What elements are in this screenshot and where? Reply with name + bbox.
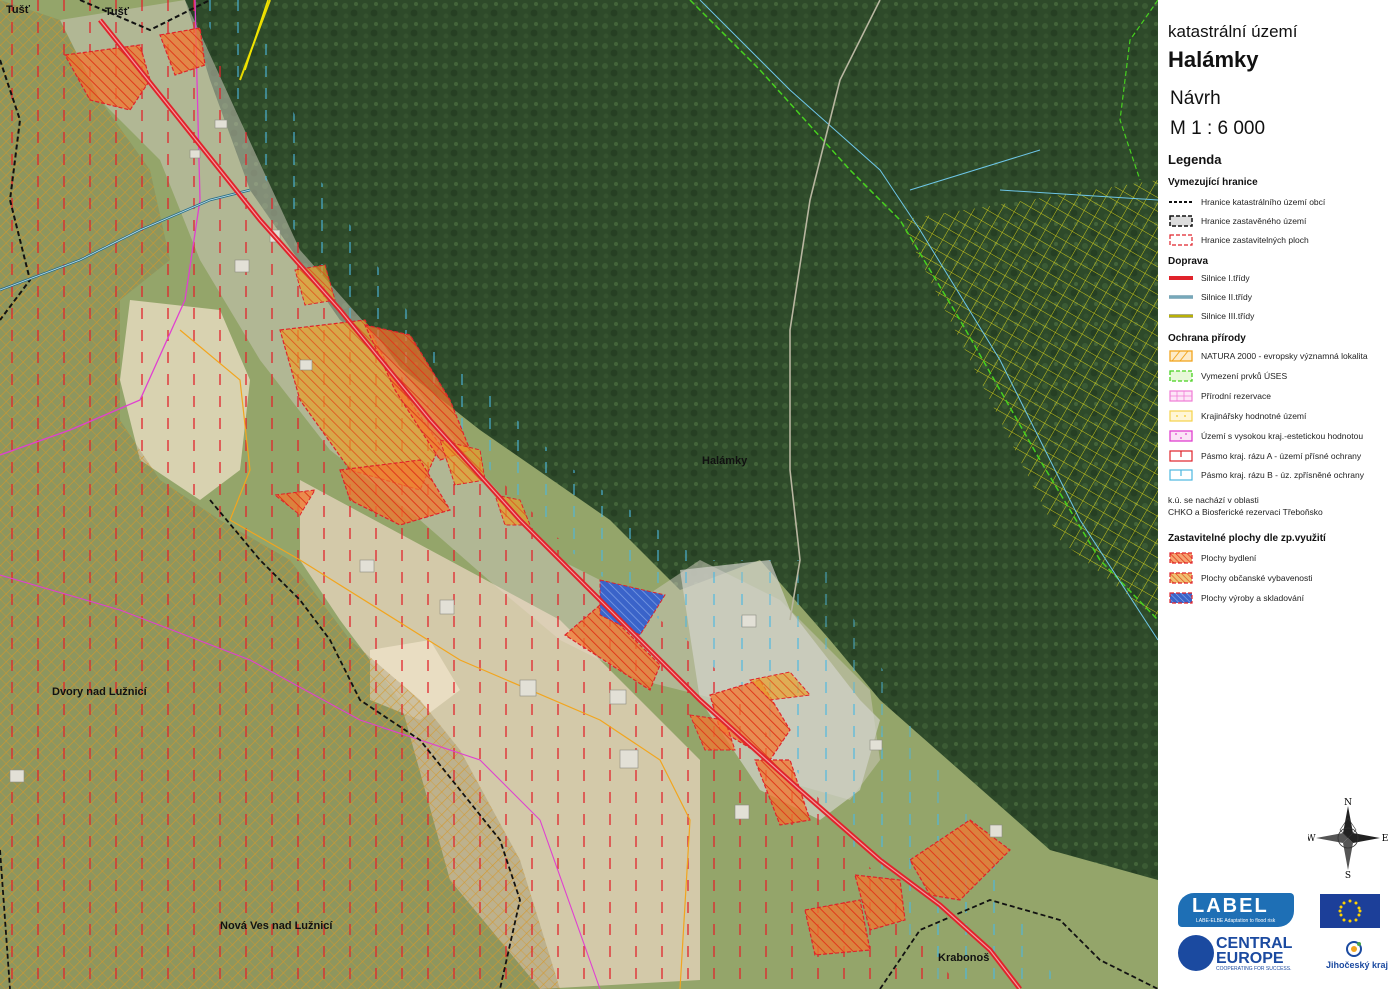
road-class-2-icon <box>1169 295 1193 299</box>
compass-rose-icon: N S W E <box>1308 798 1388 878</box>
legend-item: Hranice zastavěného území <box>1168 214 1306 228</box>
place-label-krabonos: Krabonoš <box>938 952 990 964</box>
jihocesky-kraj-logo: Jihočeský kraj <box>1326 940 1388 974</box>
legend-item: Silnice II.třídy <box>1168 290 1252 304</box>
place-label-nova-ves-nad-luznici: Nová Ves nad Lužnicí <box>220 920 333 932</box>
legend-item: Území s vysokou kraj.-estetickou hodnoto… <box>1168 429 1363 443</box>
developable-boundary-icon <box>1169 234 1193 246</box>
legend-item: Pásmo kraj. rázu A - území přísné ochran… <box>1168 449 1361 463</box>
legend-item: Hranice katastrálního území obcí <box>1168 195 1325 209</box>
place-label-dvory-nad-luznici: Dvory nad Lužnicí <box>52 686 147 698</box>
road-class-3-icon <box>1169 314 1193 318</box>
zone-a-icon <box>1169 450 1193 462</box>
place-label-halamky: Halámky <box>702 455 748 467</box>
label-logo: LABEL LABE-ELBE Adaptation to flood risk <box>1178 893 1294 927</box>
natura-2000-icon <box>1169 350 1193 362</box>
housing-icon <box>1169 552 1193 564</box>
road-class-1-icon <box>1169 276 1193 280</box>
compass-s: S <box>1345 871 1351 878</box>
legend-section-boundaries: Vymezující hranice <box>1168 177 1258 188</box>
place-label-tust: Tušť <box>105 6 130 18</box>
built-area-boundary-icon <box>1169 215 1193 227</box>
legend-item: NATURA 2000 - evropsky významná lokalita <box>1168 349 1368 363</box>
production-icon <box>1169 592 1193 604</box>
map-canvas[interactable]: Tušť Tušť Halámky Dvory nad Lužnicí Nová… <box>0 0 1158 989</box>
map-title: Halámky <box>1168 47 1259 72</box>
legend-section-transport: Doprava <box>1168 256 1209 267</box>
legend-item: Silnice I.třídy <box>1168 271 1250 285</box>
civic-icon <box>1169 572 1193 584</box>
eu-flag-logo <box>1320 894 1380 928</box>
legend-item: Silnice III.třídy <box>1168 309 1254 323</box>
legend-section-nature: Ochrana přírody <box>1168 333 1246 344</box>
map-scale: M 1 : 6 000 <box>1170 118 1266 139</box>
legend-title: Legenda <box>1168 152 1222 167</box>
legend-item: Pásmo kraj. rázu B - úz. zpřísněné ochra… <box>1168 468 1364 482</box>
uses-icon <box>1169 370 1193 382</box>
legend-item: Přírodní rezervace <box>1168 389 1271 403</box>
legend-item: Plochy výroby a skladování <box>1168 591 1304 605</box>
legend-item: Hranice zastavitelných ploch <box>1168 233 1309 247</box>
chko-note: k.ú. se nachází v oblasti CHKO a Biosfer… <box>1168 495 1323 517</box>
compass-n: N <box>1344 798 1352 808</box>
map-title-line1: katastrální území <box>1168 22 1298 41</box>
central-europe-circle-icon <box>1178 935 1214 971</box>
aesthetic-value-icon <box>1169 430 1193 442</box>
legend-item: Plochy bydlení <box>1168 551 1256 565</box>
landscape-value-icon <box>1169 410 1193 422</box>
jihocesky-kraj-emblem-icon <box>1346 941 1362 957</box>
cadastral-boundary-icon <box>1169 201 1193 203</box>
legend-item: Plochy občanské vybavenosti <box>1168 571 1313 585</box>
central-europe-logo: CENTRAL EUROPE COOPERATING FOR SUCCESS. <box>1178 935 1308 972</box>
compass-w: W <box>1308 834 1316 844</box>
map-status: Návrh <box>1170 88 1221 109</box>
place-label-tust-top-left: Tušť <box>6 4 31 16</box>
zone-b-icon <box>1169 469 1193 481</box>
legend-item: Vymezení prvků ÚSES <box>1168 369 1287 383</box>
nature-reserve-icon <box>1169 390 1193 402</box>
legend-panel: katastrální území Halámky Návrh M 1 : 6 … <box>1158 0 1398 989</box>
legend-item: Krajinářsky hodnotné území <box>1168 409 1306 423</box>
legend-section-zones: Zastavitelné plochy dle zp.využití <box>1168 533 1326 544</box>
compass-e: E <box>1382 834 1388 844</box>
